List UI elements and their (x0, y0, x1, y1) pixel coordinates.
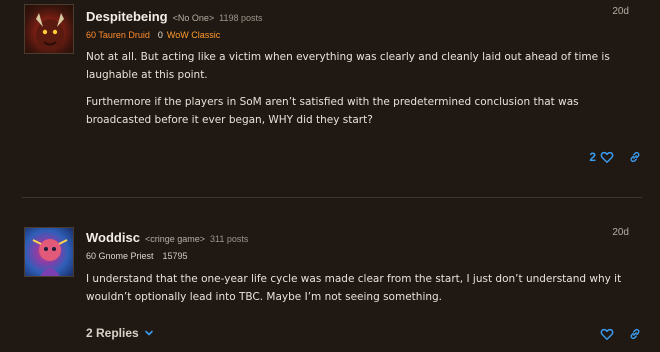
post-paragraph: Not at all. But acting like a victim whe… (86, 51, 610, 81)
character-class: 60 Tauren Druid (86, 30, 150, 40)
character-info: 60 Tauren Druid 0 WoW Classic (86, 30, 263, 40)
heart-icon[interactable] (600, 150, 614, 164)
post-paragraph: Furthermore if the players in SoM aren’t… (86, 96, 579, 126)
link-icon[interactable] (628, 150, 642, 164)
replies-label: 2 Replies (86, 326, 139, 340)
character-stat: 0 (157, 30, 163, 40)
character-info: 60 Gnome Priest 15795 (86, 251, 248, 261)
post-paragraph: I understand that the one-year life cycl… (86, 273, 622, 303)
avatar-image (32, 239, 68, 276)
username[interactable]: Despitebeing (86, 9, 168, 24)
username[interactable]: Woddisc (86, 230, 140, 245)
like-count[interactable]: 2 (589, 150, 596, 164)
post-divider (22, 197, 642, 198)
replies-toggle[interactable]: 2 Replies (86, 326, 154, 340)
user-title: <No One> (172, 13, 215, 23)
post-actions: 2 (589, 150, 642, 164)
post-date[interactable]: 20d (612, 227, 629, 238)
link-icon[interactable] (628, 327, 642, 341)
avatar[interactable] (24, 227, 74, 277)
post-count: 311 posts (209, 234, 249, 244)
user-title: <cringe game> (144, 234, 205, 244)
heart-icon[interactable] (600, 327, 614, 341)
forum-post: Despitebeing <No One> 1198 posts 60 Tauren… (0, 0, 660, 198)
chevron-down-icon (144, 328, 154, 338)
post-count: 1198 posts (219, 13, 263, 23)
avatar-image (36, 13, 64, 51)
post-actions (600, 327, 642, 341)
realm-label: WoW Classic (166, 30, 221, 40)
avatar[interactable] (24, 4, 74, 54)
post-header: Despitebeing <No One> 1198 posts 60 Tauren… (86, 6, 263, 40)
character-class: 60 Gnome Priest (86, 251, 154, 261)
character-stat: 15795 (162, 251, 188, 261)
post-date[interactable]: 20d (612, 6, 629, 17)
post-header: Woddisc <cringe game> 311 posts 60 Gnome P… (86, 227, 248, 261)
